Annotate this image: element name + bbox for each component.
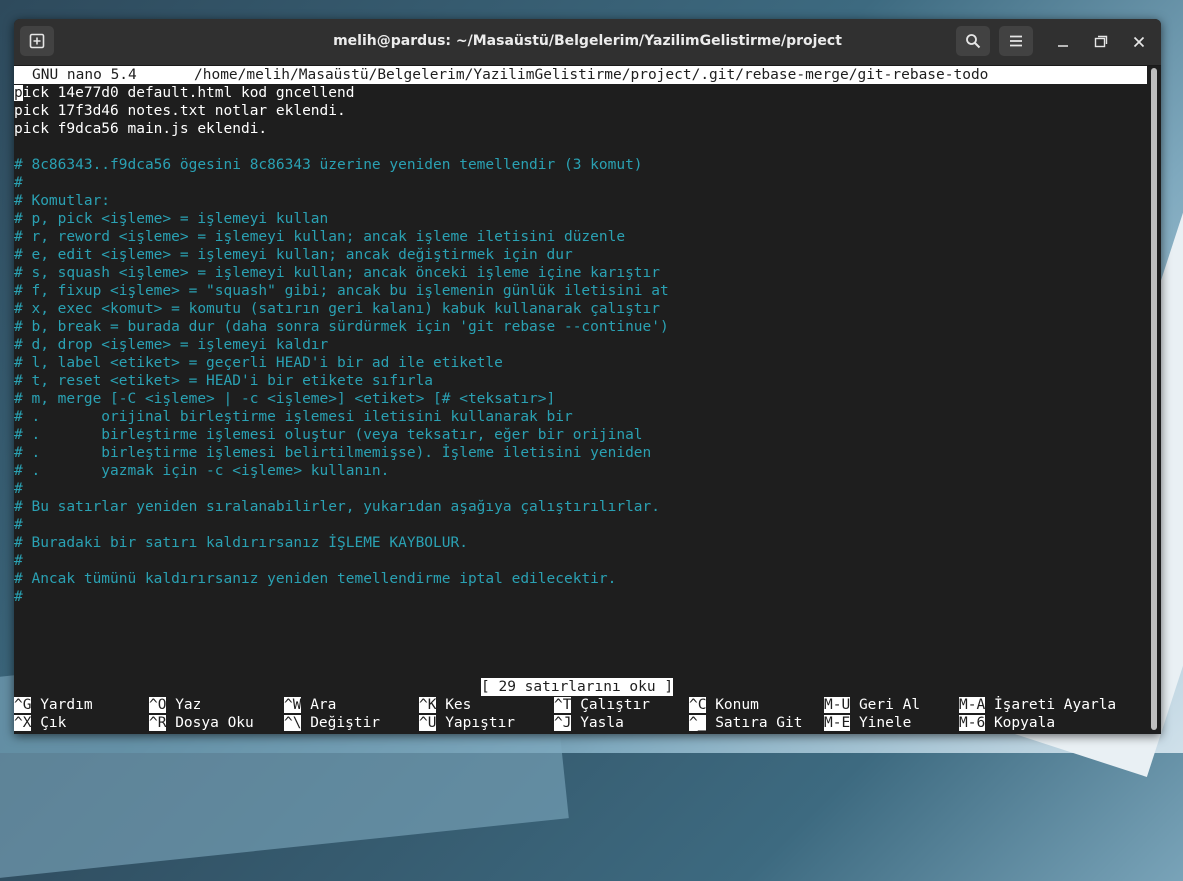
- editor-line[interactable]: # 8c86343..f9dca56 ögesini 8c86343 üzeri…: [14, 156, 643, 174]
- shortcut-item: ^_ Satıra Git: [689, 714, 803, 732]
- editor-line[interactable]: # . orijinal birleştirme işlemesi iletis…: [14, 408, 573, 426]
- shortcut-key: ^G: [14, 697, 32, 713]
- menu-button[interactable]: [999, 26, 1033, 56]
- close-button[interactable]: [1124, 27, 1154, 57]
- shortcut-label: Dosya Oku: [175, 715, 254, 731]
- shortcut-label: Yasla: [580, 715, 624, 731]
- shortcut-label: Kes: [445, 697, 472, 713]
- hamburger-menu-icon: [1010, 35, 1022, 47]
- editor-line[interactable]: # . birleştirme işlemesi belirtilmemişse…: [14, 444, 651, 462]
- editor-line[interactable]: pick 17f3d46 notes.txt notlar eklendi.: [14, 102, 346, 120]
- shortcut-key: ^O: [149, 697, 167, 713]
- editor-line[interactable]: # l, label <etiket> = geçerli HEAD'i bir…: [14, 354, 503, 372]
- terminal-area[interactable]: GNU nano 5.4 /home/melih/Masaüstü/Belgel…: [14, 66, 1147, 734]
- shortcut-label: Kopyala: [993, 715, 1056, 731]
- shortcut-label: Çalıştır: [580, 697, 651, 713]
- editor-line[interactable]: # x, exec <komut> = komutu (satırın geri…: [14, 300, 660, 318]
- new-tab-icon: [29, 33, 45, 49]
- status-message: [ 29 satırlarını oku ]: [481, 678, 674, 696]
- editor-line[interactable]: # p, pick <işleme> = işlemeyi kullan: [14, 210, 328, 228]
- shortcut-key: ^\: [284, 715, 302, 731]
- shortcut-item: M-E Yinele: [824, 714, 911, 732]
- shortcut-label: Konum: [715, 697, 759, 713]
- shortcut-item: ^X Çık: [14, 714, 66, 732]
- shortcut-key: M-A: [959, 697, 986, 713]
- shortcut-item: ^O Yaz: [149, 696, 201, 714]
- editor-line[interactable]: #: [14, 552, 23, 570]
- shortcut-label: Çık: [40, 715, 67, 731]
- shortcut-key: ^W: [284, 697, 302, 713]
- editor-line[interactable]: pick f9dca56 main.js eklendi.: [14, 120, 267, 138]
- editor-line[interactable]: # s, squash <işleme> = işlemeyi kullan; …: [14, 264, 660, 282]
- shortcut-label: İşareti Ayarla: [993, 697, 1117, 713]
- shortcut-key: ^C: [689, 697, 707, 713]
- editor-line[interactable]: # Ancak tümünü kaldırırsanız yeniden tem…: [14, 570, 616, 588]
- scrollbar-thumb[interactable]: [1151, 68, 1157, 730]
- editor-line[interactable]: # m, merge [-C <işleme> | -c <işleme>] <…: [14, 390, 555, 408]
- shortcut-key: M-E: [824, 715, 851, 731]
- close-icon: [1133, 36, 1145, 48]
- editor-line[interactable]: #: [14, 174, 23, 192]
- editor-line[interactable]: # f, fixup <işleme> = "squash" gibi; anc…: [14, 282, 669, 300]
- shortcut-item: M-A İşareti Ayarla: [959, 696, 1116, 714]
- shortcut-key: ^T: [554, 697, 572, 713]
- shortcut-key: ^_: [689, 715, 707, 731]
- shortcut-label: Geri Al: [858, 697, 921, 713]
- shortcut-label: Yardım: [40, 697, 93, 713]
- scrollbar[interactable]: [1147, 66, 1161, 734]
- shortcut-item: ^\ Değiştir: [284, 714, 380, 732]
- editor-line[interactable]: pick 14e77d0 default.html kod gncellend: [14, 84, 354, 102]
- minimize-icon: [1058, 45, 1068, 47]
- shortcut-item: ^G Yardım: [14, 696, 93, 714]
- search-button[interactable]: [956, 26, 990, 56]
- title-bar[interactable]: melih@pardus: ~/Masaüstü/Belgelerim/Yazi…: [14, 19, 1161, 66]
- shortcut-label: Ara: [310, 697, 337, 713]
- shortcut-item: ^R Dosya Oku: [149, 714, 254, 732]
- shortcut-key: ^K: [419, 697, 437, 713]
- shortcut-label: Değiştir: [310, 715, 381, 731]
- minimize-button[interactable]: [1048, 27, 1078, 57]
- shortcut-key: M-6: [959, 715, 986, 731]
- file-path: /home/melih/Masaüstü/Belgelerim/YazilimG…: [194, 67, 989, 83]
- shortcut-item: ^C Konum: [689, 696, 759, 714]
- window-title: melih@pardus: ~/Masaüstü/Belgelerim/Yazi…: [333, 33, 842, 49]
- shortcut-item: ^K Kes: [419, 696, 471, 714]
- shortcut-item: ^W Ara: [284, 696, 336, 714]
- terminal-window: melih@pardus: ~/Masaüstü/Belgelerim/Yazi…: [14, 19, 1161, 734]
- shortcut-label: Yinele: [858, 715, 912, 731]
- shortcut-item: ^T Çalıştır: [554, 696, 650, 714]
- editor-line[interactable]: # . yazmak için -c <işleme> kullanın.: [14, 462, 389, 480]
- shortcut-key: M-U: [824, 697, 851, 713]
- editor-line[interactable]: # Komutlar:: [14, 192, 110, 210]
- shortcut-label: Yaz: [175, 697, 202, 713]
- editor-line[interactable]: # t, reset <etiket> = HEAD'i bir etikete…: [14, 372, 433, 390]
- editor-line[interactable]: # b, break = burada dur (daha sonra sürd…: [14, 318, 669, 336]
- shortcut-key: ^R: [149, 715, 167, 731]
- shortcut-label: Yapıştır: [445, 715, 516, 731]
- search-icon: [966, 34, 981, 49]
- editor-line[interactable]: # r, reword <işleme> = işlemeyi kullan; …: [14, 228, 625, 246]
- shortcut-key: ^U: [419, 715, 437, 731]
- shortcut-key: ^J: [554, 715, 572, 731]
- editor-line[interactable]: # d, drop <işleme> = işlemeyi kaldır: [14, 336, 328, 354]
- editor-line[interactable]: # . birleştirme işlemesi oluştur (veya t…: [14, 426, 643, 444]
- shortcut-item: M-U Geri Al: [824, 696, 920, 714]
- shortcut-label: Satıra Git: [715, 715, 803, 731]
- maximize-button[interactable]: [1086, 27, 1116, 57]
- shortcut-item: ^U Yapıştır: [419, 714, 515, 732]
- editor-line[interactable]: # Bu satırlar yeniden sıralanabilirler, …: [14, 498, 660, 516]
- editor-line[interactable]: #: [14, 480, 23, 498]
- nano-header: GNU nano 5.4 /home/melih/Masaüstü/Belgel…: [14, 66, 1147, 84]
- shortcut-key: ^X: [14, 715, 32, 731]
- restore-icon: [1094, 35, 1108, 48]
- nano-version: GNU nano 5.4: [32, 67, 137, 83]
- new-tab-button[interactable]: [20, 26, 54, 56]
- shortcut-item: ^J Yasla: [554, 714, 624, 732]
- editor-line[interactable]: #: [14, 588, 23, 606]
- editor-line[interactable]: # Buradaki bir satırı kaldırırsanız İŞLE…: [14, 534, 468, 552]
- shortcut-item: M-6 Kopyala: [959, 714, 1055, 732]
- text-cursor: p: [14, 85, 23, 101]
- editor-line[interactable]: #: [14, 516, 23, 534]
- editor-line[interactable]: # e, edit <işleme> = işlemeyi kullan; an…: [14, 246, 573, 264]
